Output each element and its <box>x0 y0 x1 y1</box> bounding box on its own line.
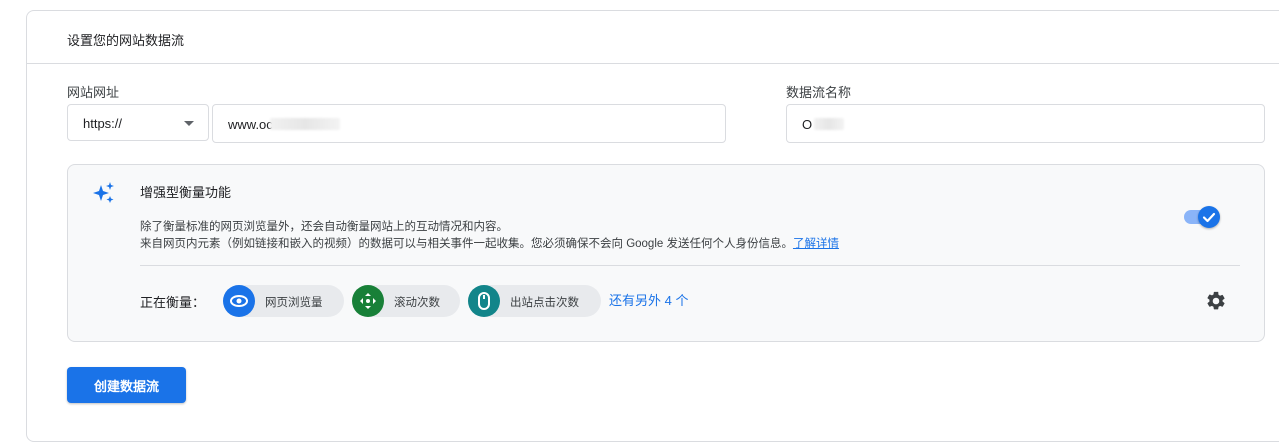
eye-icon <box>223 285 255 317</box>
chip-label: 滚动次数 <box>394 297 440 309</box>
chip-page-views: 网页浏览量 <box>223 285 344 317</box>
mouse-icon <box>468 285 500 317</box>
chip-outbound-clicks: 出站点击次数 <box>468 285 601 317</box>
divider <box>140 265 1240 266</box>
website-url-label: 网站网址 <box>67 85 120 100</box>
description-line-1: 除了衡量标准的网页浏览量外，还会自动衡量网站上的互动情况和内容。 <box>140 221 508 233</box>
scroll-arrows-icon <box>352 285 384 317</box>
enhanced-measurement-panel: 增强型衡量功能 除了衡量标准的网页浏览量外，还会自动衡量网站上的互动情况和内容。… <box>67 164 1265 342</box>
card-title: 设置您的网站数据流 <box>67 33 185 48</box>
chip-label: 网页浏览量 <box>265 297 323 309</box>
website-url-input[interactable]: www.oc <box>212 104 726 143</box>
card-header: 设置您的网站数据流 <box>27 11 1279 64</box>
measuring-label: 正在衡量： <box>140 295 206 310</box>
redacted-text <box>814 118 844 130</box>
enhanced-measurement-title: 增强型衡量功能 <box>140 185 232 200</box>
description-text: 来自网页内元素（例如链接和嵌入的视频）的数据可以与相关事件一起收集。您必须确保不… <box>140 238 793 250</box>
gear-icon[interactable] <box>1205 290 1227 312</box>
protocol-value: https:// <box>83 116 123 131</box>
chip-label: 出站点击次数 <box>510 297 579 309</box>
more-measurements-link[interactable]: 还有另外 4 个 <box>609 290 688 309</box>
toggle-knob[interactable] <box>1198 206 1220 228</box>
description-line-2: 来自网页内元素（例如链接和嵌入的视频）的数据可以与相关事件一起收集。您必须确保不… <box>140 235 839 251</box>
stream-name-input[interactable]: O <box>786 104 1265 143</box>
chevron-down-icon <box>184 121 194 126</box>
website-url-value: www.oc <box>228 117 273 132</box>
sparkle-icon <box>93 182 114 203</box>
stream-name-label: 数据流名称 <box>786 85 852 100</box>
redacted-text <box>270 118 340 130</box>
chip-scrolls: 滚动次数 <box>352 285 460 317</box>
learn-more-link[interactable]: 了解详情 <box>793 238 839 250</box>
stream-setup-card: 设置您的网站数据流 网站网址 https:// www.oc 数据流名称 O 增… <box>26 10 1279 442</box>
protocol-select[interactable]: https:// <box>67 104 209 141</box>
stream-name-value: O <box>802 117 813 132</box>
check-icon <box>1202 212 1216 223</box>
create-stream-button[interactable]: 创建数据流 <box>67 367 186 403</box>
